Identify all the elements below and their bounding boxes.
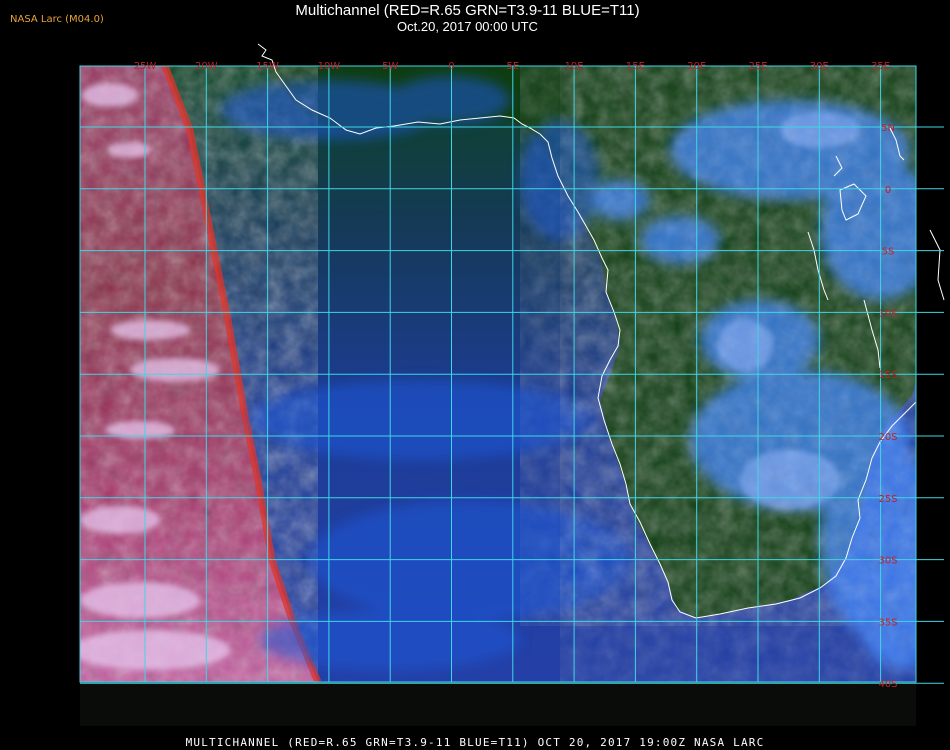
longitude-label: 20W [195,61,218,72]
longitude-label: 10W [318,61,341,72]
latitude-label: 20S [878,432,897,443]
longitude-label: 25W [134,61,157,72]
longitude-label: 35E [871,61,890,72]
longitude-label: 0 [448,61,454,72]
latitude-label: 15S [878,370,897,381]
satellite-map: 25W 20W 15W 10W 5W 0 5E 10E 15E 20E 25E 30E 35E 5N 0 5… [79,43,945,726]
latitude-label: 35S [878,617,897,628]
longitude-label: 5E [506,61,519,72]
latitude-label: 5S [882,247,895,258]
longitude-label: 20E [687,61,706,72]
longitude-label: 15W [256,61,279,72]
longitude-label: 5W [382,61,398,72]
latitude-label: 40S [878,679,897,690]
longitude-label: 30E [810,61,829,72]
no-data-strip [80,682,916,726]
longitude-label: 25E [748,61,767,72]
latitude-label: 30S [878,556,897,567]
longitude-label: 15E [626,61,645,72]
latitude-label: 5N [881,123,895,134]
latitude-label: 10S [878,308,897,319]
footer-caption: MULTICHANNEL (RED=R.65 GRN=T3.9-11 BLUE=… [185,736,765,749]
latitude-label: 25S [878,494,897,505]
longitude-label: 10E [565,61,584,72]
latitude-label: 0 [885,185,891,196]
